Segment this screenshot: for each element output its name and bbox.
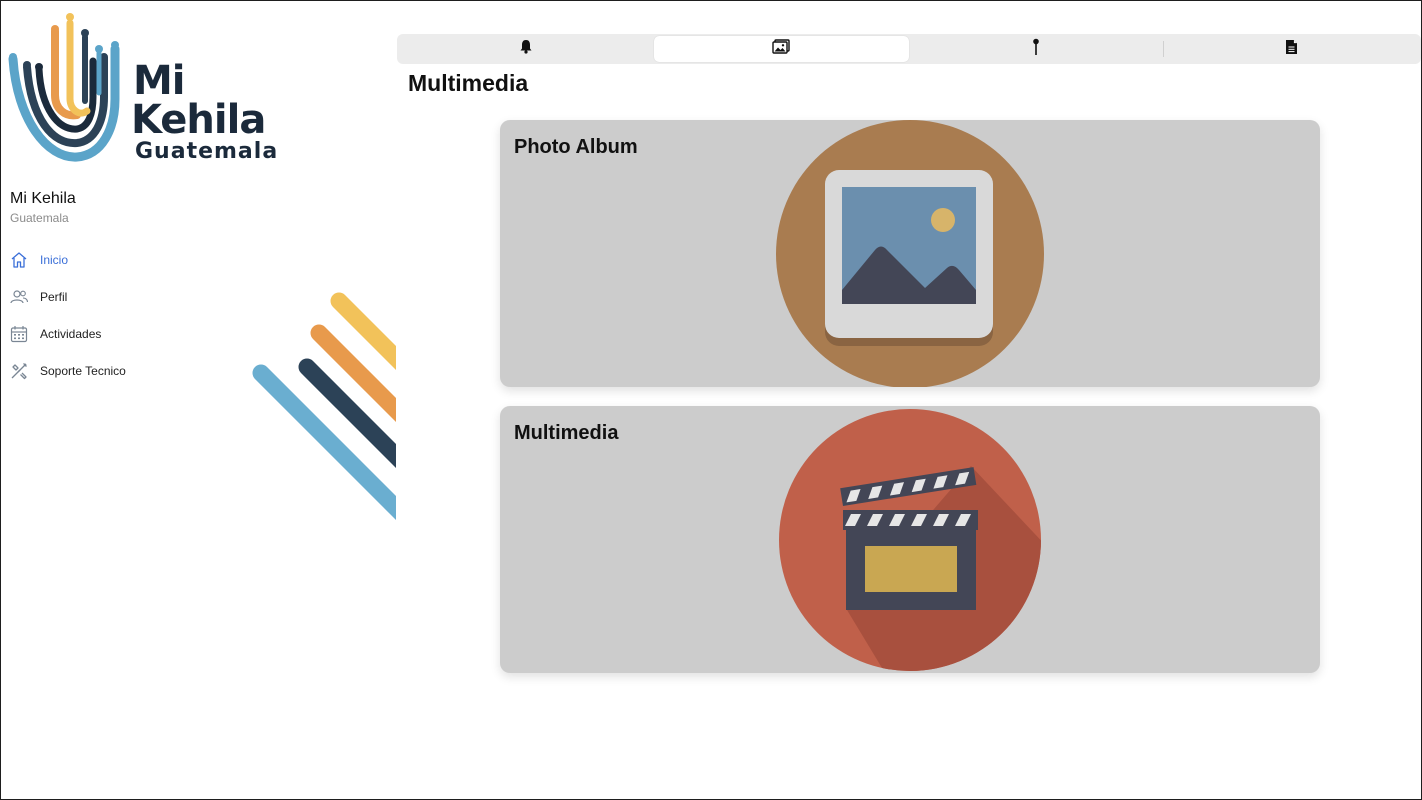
card-title: Multimedia [514,422,619,444]
hands-logo-icon [8,13,120,162]
tools-icon [9,361,29,381]
logo-text-guatemala: Guatemala [135,139,279,164]
sidebar: Mi Kehila Guatemala Mi Kehila Guatemala … [1,1,397,799]
card-title: Photo Album [514,136,638,158]
tab-location[interactable] [909,36,1164,62]
logo-text-kehila: Kehila [131,97,266,143]
sidebar-item-label: Perfil [40,289,68,304]
pin-icon [1032,38,1040,61]
calendar-icon [9,324,29,344]
page-title: Multimedia [408,70,529,96]
bell-icon [519,39,533,59]
app-logo: Mi Kehila Guatemala [7,9,287,169]
sidebar-item-perfil[interactable]: Perfil [9,278,229,315]
card-photo-album[interactable]: Photo Album [500,120,1320,387]
sidebar-nav: Inicio Perfil Actividades Soporte Tecnic… [9,241,229,389]
card-multimedia[interactable]: Multimedia [500,406,1320,673]
sidebar-item-label: Inicio [40,252,69,267]
profile-location: Guatemala [10,211,69,225]
document-icon [1285,39,1298,60]
app-window: Mi Kehila Guatemala Mi Kehila Guatemala … [0,0,1422,800]
profile-name: Mi Kehila [10,190,76,207]
logo-text-mi: Mi [133,58,186,104]
sidebar-item-actividades[interactable]: Actividades [9,315,229,352]
sidebar-item-inicio[interactable]: Inicio [9,241,229,278]
sidebar-item-label: Soporte Tecnico [40,363,126,378]
users-icon [9,287,29,307]
image-icon [772,39,790,59]
sidebar-item-label: Actividades [40,326,102,341]
photo-album-icon [776,120,1044,387]
tab-notifications[interactable] [399,36,654,62]
sidebar-item-soporte-tecnico[interactable]: Soporte Tecnico [9,352,229,389]
decorative-stripes [252,292,396,521]
home-icon [9,250,29,270]
tab-multimedia[interactable] [653,36,909,62]
clapperboard-icon [779,409,1041,671]
tab-documents[interactable] [1164,36,1419,62]
top-tab-bar [397,34,1421,64]
